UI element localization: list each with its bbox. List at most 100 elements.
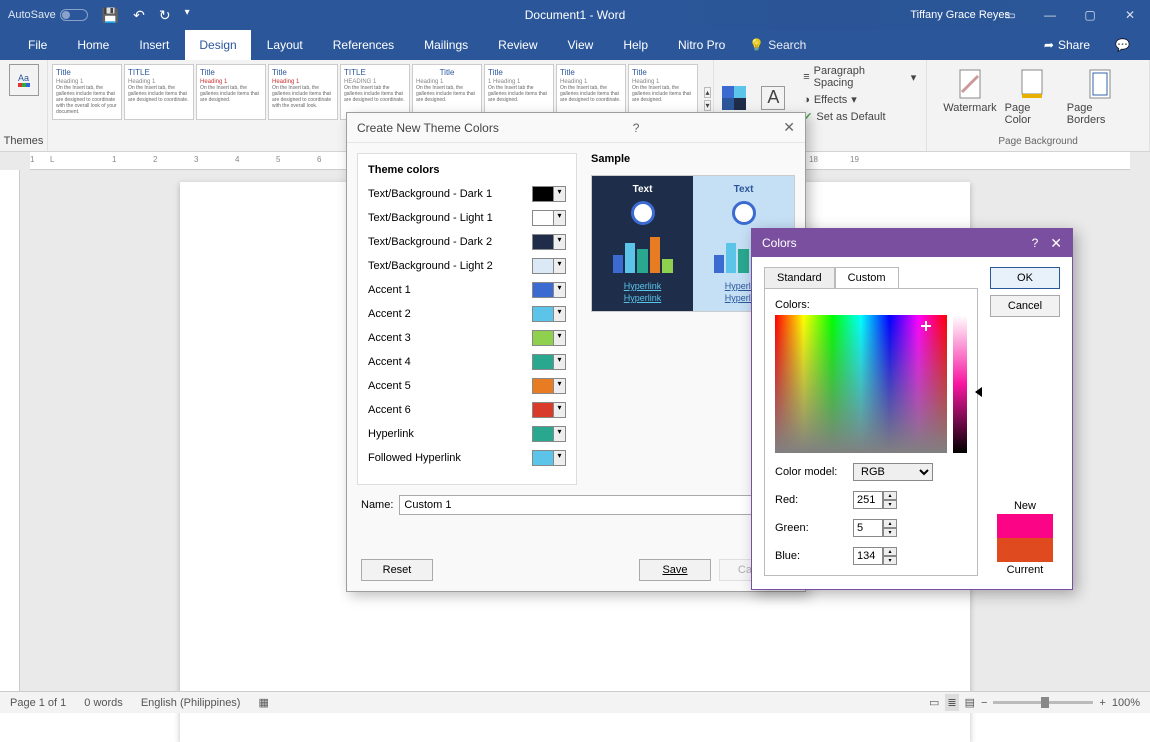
color-dropdown[interactable]: ▾: [532, 258, 566, 274]
set-default-button[interactable]: ✔ Set as Default: [801, 109, 918, 124]
spin-down-icon[interactable]: ▾: [883, 556, 897, 565]
vertical-ruler[interactable]: [0, 170, 20, 691]
theme-color-row: Accent 4▾: [368, 354, 566, 370]
toggle-icon[interactable]: [60, 9, 88, 21]
help-icon[interactable]: ?: [633, 121, 640, 135]
macro-icon[interactable]: ▦: [258, 696, 268, 709]
spin-up-icon[interactable]: ▴: [883, 491, 897, 500]
help-icon[interactable]: ?: [1032, 236, 1039, 250]
tab-view[interactable]: View: [554, 30, 608, 60]
color-dropdown[interactable]: ▾: [532, 378, 566, 394]
tab-references[interactable]: References: [319, 30, 408, 60]
themes-button[interactable]: Aa: [9, 64, 39, 96]
tab-home[interactable]: Home: [63, 30, 123, 60]
read-mode-icon[interactable]: ▭: [929, 696, 939, 709]
save-icon[interactable]: 💾: [102, 7, 119, 24]
tab-mailings[interactable]: Mailings: [410, 30, 482, 60]
word-count[interactable]: 0 words: [84, 697, 123, 709]
color-dropdown[interactable]: ▾: [532, 402, 566, 418]
gallery-up-icon[interactable]: ▴: [704, 87, 711, 98]
dialog-titlebar[interactable]: Create New Theme Colors ? ✕: [347, 113, 805, 143]
color-dropdown[interactable]: ▾: [532, 210, 566, 226]
close-icon[interactable]: ✕: [1110, 0, 1150, 30]
color-dropdown[interactable]: ▾: [532, 186, 566, 202]
red-input[interactable]: [853, 491, 883, 509]
spin-up-icon[interactable]: ▴: [883, 519, 897, 528]
luminance-slider[interactable]: [953, 315, 967, 453]
ribbon-options-icon[interactable]: ▭: [990, 0, 1030, 30]
tab-standard[interactable]: Standard: [764, 267, 835, 288]
green-input[interactable]: [853, 519, 883, 537]
green-spinner[interactable]: ▴▾: [853, 519, 897, 537]
sample-heading: Sample: [591, 153, 795, 165]
zoom-in-icon[interactable]: +: [1099, 697, 1105, 709]
spin-down-icon[interactable]: ▾: [883, 500, 897, 509]
close-icon[interactable]: ✕: [783, 119, 795, 136]
color-spectrum[interactable]: [775, 315, 947, 453]
zoom-out-icon[interactable]: −: [981, 697, 987, 709]
name-input[interactable]: [399, 495, 791, 515]
maximize-icon[interactable]: ▢: [1070, 0, 1110, 30]
spin-up-icon[interactable]: ▴: [883, 547, 897, 556]
page-color-button[interactable]: Page Color: [1005, 68, 1059, 126]
tell-me-search[interactable]: 💡 Search: [749, 38, 806, 52]
color-dropdown[interactable]: ▾: [532, 234, 566, 250]
red-spinner[interactable]: ▴▾: [853, 491, 897, 509]
spin-down-icon[interactable]: ▾: [883, 528, 897, 537]
color-model-select[interactable]: RGB: [853, 463, 933, 481]
web-layout-icon[interactable]: ▤: [965, 696, 975, 709]
color-dropdown[interactable]: ▾: [532, 306, 566, 322]
color-dropdown[interactable]: ▾: [532, 354, 566, 370]
page-borders-button[interactable]: Page Borders: [1067, 68, 1133, 126]
color-dropdown[interactable]: ▾: [532, 330, 566, 346]
autosave-label: AutoSave: [8, 9, 56, 21]
tab-layout[interactable]: Layout: [253, 30, 317, 60]
qat-more-icon[interactable]: ▾: [185, 7, 190, 24]
gallery-down-icon[interactable]: ▾: [704, 100, 711, 111]
zoom-level[interactable]: 100%: [1112, 697, 1140, 709]
tab-insert[interactable]: Insert: [125, 30, 183, 60]
close-icon[interactable]: ✕: [1050, 235, 1062, 252]
blue-label: Blue:: [775, 550, 847, 562]
redo-icon[interactable]: ↻: [159, 7, 171, 24]
page-count[interactable]: Page 1 of 1: [10, 697, 66, 709]
print-layout-icon[interactable]: ≣: [945, 694, 958, 711]
tab-help[interactable]: Help: [609, 30, 662, 60]
color-dropdown[interactable]: ▾: [532, 282, 566, 298]
autosave-toggle[interactable]: AutoSave: [8, 9, 88, 21]
comments-icon[interactable]: 💬: [1115, 38, 1130, 52]
effects-button[interactable]: ◑ Effects ▾: [801, 92, 918, 107]
tab-nitro[interactable]: Nitro Pro: [664, 30, 739, 60]
tab-custom[interactable]: Custom: [835, 267, 899, 288]
ok-button[interactable]: OK: [990, 267, 1060, 289]
zoom-slider[interactable]: [993, 701, 1093, 704]
undo-icon[interactable]: ↶: [133, 7, 145, 24]
color-dropdown[interactable]: ▾: [532, 450, 566, 466]
paragraph-spacing-button[interactable]: ≡ Paragraph Spacing ▾: [801, 64, 918, 90]
dialog-titlebar[interactable]: Colors ? ✕: [752, 229, 1072, 257]
tab-file[interactable]: File: [14, 30, 61, 60]
sample-chart-icon: [613, 233, 673, 273]
tab-review[interactable]: Review: [484, 30, 551, 60]
share-button[interactable]: ➦ Share: [1044, 38, 1090, 52]
language[interactable]: English (Philippines): [141, 697, 241, 709]
theme-color-row: Accent 1▾: [368, 282, 566, 298]
style-set[interactable]: TitleHeading 1On the Insert tab, the gal…: [52, 64, 122, 120]
crosshair-icon: [921, 321, 931, 331]
style-set[interactable]: TitleHeading 1On the Insert tab, the gal…: [196, 64, 266, 120]
current-label: Current: [990, 564, 1060, 576]
color-dropdown[interactable]: ▾: [532, 426, 566, 442]
cancel-button[interactable]: Cancel: [990, 295, 1060, 317]
sample-text: Text: [734, 184, 754, 195]
reset-button[interactable]: Reset: [361, 559, 433, 581]
save-button[interactable]: Save: [639, 559, 711, 581]
blue-spinner[interactable]: ▴▾: [853, 547, 897, 565]
style-set[interactable]: TitleHeading 1On the Insert tab, the gal…: [268, 64, 338, 120]
style-set[interactable]: TITLEHeading 1On the Insert tab, the gal…: [124, 64, 194, 120]
theme-color-row: Text/Background - Light 2▾: [368, 258, 566, 274]
tab-design[interactable]: Design: [185, 30, 250, 60]
watermark-button[interactable]: Watermark: [943, 68, 996, 126]
minimize-icon[interactable]: —: [1030, 0, 1070, 30]
blue-input[interactable]: [853, 547, 883, 565]
document-formatting: ≡ Paragraph Spacing ▾ ◑ Effects ▾ ✔ Set …: [793, 60, 927, 151]
